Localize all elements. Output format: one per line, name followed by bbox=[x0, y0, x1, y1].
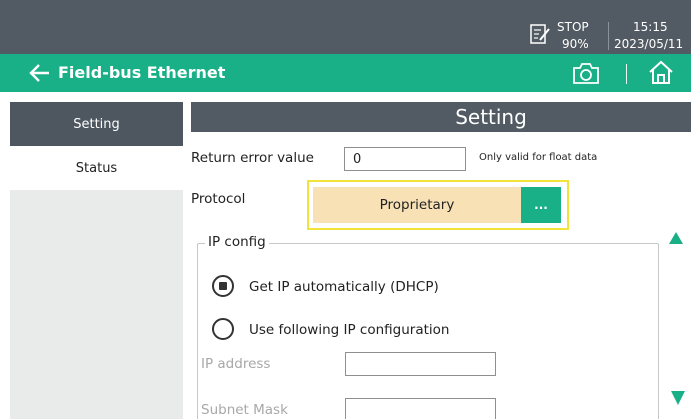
protocol-more-button[interactable]: ... bbox=[521, 187, 561, 223]
camera-icon[interactable] bbox=[572, 61, 600, 85]
clock-date: 2023/05/11 bbox=[614, 37, 684, 51]
more-icon: ... bbox=[534, 198, 548, 212]
page-title: Field-bus Ethernet bbox=[58, 63, 226, 82]
back-arrow-icon[interactable] bbox=[28, 63, 50, 83]
protocol-select-button[interactable]: Proprietary bbox=[313, 187, 521, 223]
program-status-icon bbox=[530, 24, 550, 44]
nav-item-status[interactable]: Status bbox=[10, 146, 183, 190]
run-state-text: STOP bbox=[557, 20, 589, 34]
protocol-label: Protocol bbox=[191, 191, 246, 207]
nav-item-setting[interactable]: Setting bbox=[10, 102, 183, 146]
status-divider bbox=[608, 22, 609, 50]
return-error-label: Return error value bbox=[191, 150, 314, 166]
status-bar: STOP 90% 15:15 2023/05/11 bbox=[0, 0, 691, 54]
return-error-note: Only valid for float data bbox=[479, 152, 598, 163]
protocol-value: Proprietary bbox=[379, 197, 455, 213]
home-icon[interactable] bbox=[648, 59, 674, 85]
scroll-down-icon[interactable] bbox=[671, 391, 685, 405]
static-ip-option-label[interactable]: Use following IP configuration bbox=[249, 322, 449, 338]
radio-selected-dot bbox=[219, 282, 227, 290]
return-error-input[interactable] bbox=[344, 147, 466, 171]
nav-item-label: Status bbox=[75, 160, 118, 176]
scroll-up-icon[interactable] bbox=[669, 232, 683, 244]
dhcp-option-label[interactable]: Get IP automatically (DHCP) bbox=[249, 279, 439, 295]
dhcp-radio[interactable] bbox=[212, 275, 234, 297]
title-bar: Field-bus Ethernet bbox=[0, 54, 691, 92]
nav-item-label: Setting bbox=[73, 116, 120, 132]
ip-address-label: IP address bbox=[201, 356, 271, 372]
subnet-mask-label: Subnet Mask bbox=[201, 402, 288, 418]
section-header: Setting bbox=[191, 102, 691, 132]
title-divider bbox=[626, 64, 627, 84]
ip-config-title: IP config bbox=[205, 234, 269, 250]
clock-time: 15:15 bbox=[633, 20, 668, 34]
static-ip-radio[interactable] bbox=[212, 318, 234, 340]
battery-level: 90% bbox=[562, 37, 589, 51]
ip-address-input[interactable] bbox=[345, 352, 496, 376]
subnet-mask-input[interactable] bbox=[345, 398, 496, 419]
